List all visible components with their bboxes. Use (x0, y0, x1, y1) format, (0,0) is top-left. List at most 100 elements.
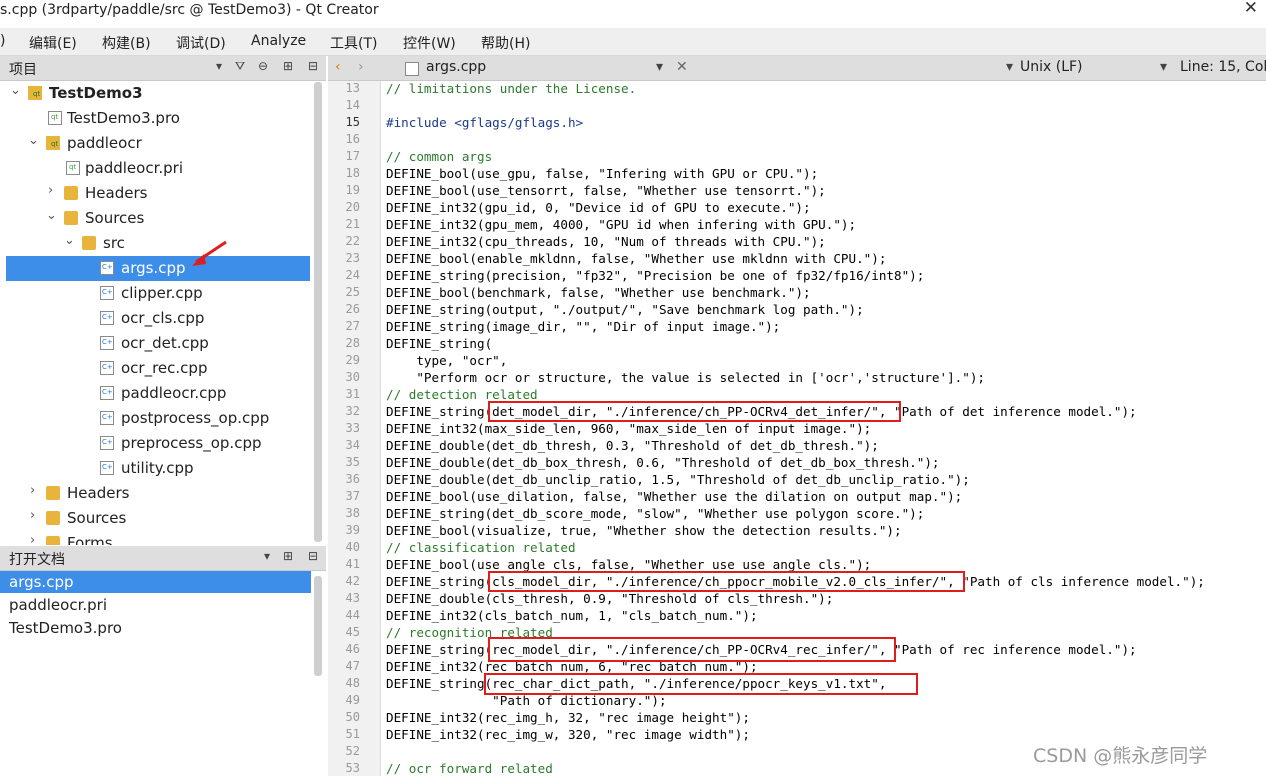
open-doc-label: TestDemo3.pro (9, 619, 122, 637)
tree-item-headers[interactable]: › Headers (0, 181, 311, 206)
chevron-down-icon[interactable]: ⌄ (46, 208, 57, 223)
left-sidebar: 项目 ▾ ⛛ ⊖ ⊞ ⊟ ⌄ TestDemo3 TestDemo3.pro ⌄… (0, 56, 326, 776)
menu-item-debug[interactable]: 调试(D) (176, 33, 226, 53)
code-line: DEFINE_int32(rec_img_w, 320, "rec image … (386, 727, 750, 742)
close-panel-icon[interactable]: ⊟ (308, 59, 318, 73)
highlight-det-model-dir (488, 401, 901, 422)
line-number: 45 (345, 625, 360, 639)
tree-item-label: ocr_rec.cpp (121, 359, 208, 377)
cpp-file-icon (100, 361, 114, 375)
tree-item-paddleocr-cpp[interactable]: paddleocr.cpp (0, 381, 311, 406)
window-title: s.cpp (3rdparty/paddle/src @ TestDemo3) … (0, 2, 379, 18)
line-ending[interactable]: Unix (LF) (1020, 59, 1083, 75)
open-docs-title: 打开文档 (9, 552, 65, 568)
menu-item-widgets[interactable]: 控件(W) (403, 33, 456, 53)
pri-file-icon (66, 161, 80, 175)
tree-item-testdemo3[interactable]: ⌄ TestDemo3 (0, 81, 311, 106)
tree-item-label: utility.cpp (121, 459, 194, 477)
tree-item-paddleocr[interactable]: ⌄ paddleocr (0, 131, 311, 156)
line-number: 29 (345, 353, 360, 367)
tree-item-paddleocr-pri[interactable]: paddleocr.pri (0, 156, 311, 181)
tree-item-preprocess-op-cpp[interactable]: preprocess_op.cpp (0, 431, 311, 456)
tree-item-postprocess-op-cpp[interactable]: postprocess_op.cpp (0, 406, 311, 431)
tree-item-label: preprocess_op.cpp (121, 434, 262, 452)
qt-folder-icon (28, 86, 42, 100)
chevron-down-icon[interactable]: ⌄ (64, 233, 75, 248)
chevron-right-icon[interactable]: › (30, 483, 35, 498)
menu-item-build[interactable]: 构建(B) (102, 33, 151, 53)
menu-item-analyze[interactable]: Analyze (251, 33, 306, 49)
close-icon[interactable]: ✕ (1244, 0, 1258, 18)
menu-item-tools[interactable]: 工具(T) (330, 33, 377, 53)
highlight-rec-model-dir (488, 637, 896, 662)
forward-icon[interactable]: › (358, 59, 364, 75)
menu-item-edit[interactable]: 编辑(E) (29, 33, 77, 53)
chevron-right-icon[interactable]: › (48, 183, 53, 198)
code-line: DEFINE_string(image_dir, "", "Dir of inp… (386, 319, 781, 334)
cpp-file-icon (100, 461, 114, 475)
project-panel-header: 项目 ▾ ⛛ ⊖ ⊞ ⊟ (0, 56, 326, 81)
menu-item-help[interactable]: 帮助(H) (481, 33, 530, 53)
chevron-right-icon[interactable]: › (30, 508, 35, 523)
cursor-position: Line: 15, Col (1180, 59, 1266, 75)
open-docs-scrollbar[interactable] (314, 576, 322, 676)
tree-item-sources[interactable]: ⌄ Sources (0, 206, 311, 231)
tree-item-forms[interactable]: › Forms (0, 531, 311, 545)
chevron-right-icon[interactable]: › (30, 533, 35, 545)
line-number: 44 (345, 608, 360, 622)
file-dropdown-icon[interactable]: ▾ (656, 59, 663, 75)
filter-icon[interactable]: ⛛ (235, 59, 245, 74)
symbol-dropdown-icon[interactable]: ▾ (1006, 59, 1013, 75)
tree-item-testdemo3-pro[interactable]: TestDemo3.pro (0, 106, 311, 131)
line-number: 41 (345, 557, 360, 571)
cpp-file-icon (100, 436, 114, 450)
line-number: 52 (345, 744, 360, 758)
close-file-icon[interactable]: ✕ (676, 59, 688, 75)
menu-item-file[interactable]: ) (0, 33, 5, 49)
line-ending-dropdown-icon[interactable]: ▾ (1160, 59, 1167, 75)
code-line: DEFINE_double(det_db_unclip_ratio, 1.5, … (386, 472, 970, 487)
tree-item-clipper-cpp[interactable]: clipper.cpp (0, 281, 311, 306)
back-icon[interactable]: ‹ (335, 59, 341, 75)
tree-item-src[interactable]: ⌄ src (0, 231, 311, 256)
line-number: 34 (345, 438, 360, 452)
line-number: 53 (345, 761, 360, 775)
line-number: 40 (345, 540, 360, 554)
dropdown-icon[interactable]: ▾ (264, 549, 270, 563)
code-line: DEFINE_bool(visualize, true, "Whether sh… (386, 523, 902, 538)
tree-item-headers-2[interactable]: › Headers (0, 481, 311, 506)
editor-toolbar: ‹ › args.cpp ▾ ✕ ▾ Unix (LF) ▾ Line: 15,… (328, 56, 1266, 81)
split-icon[interactable]: ⊞ (283, 549, 293, 563)
highlight-rec-char-dict-path (484, 673, 918, 695)
open-doc-testdemo3-pro[interactable]: TestDemo3.pro (0, 617, 311, 639)
line-number: 28 (345, 336, 360, 350)
line-number: 46 (345, 642, 360, 656)
close-panel-icon[interactable]: ⊟ (308, 549, 318, 563)
project-scrollbar[interactable] (314, 82, 322, 542)
tree-item-ocr-rec-cpp[interactable]: ocr_rec.cpp (0, 356, 311, 381)
dropdown-icon[interactable]: ▾ (216, 59, 222, 73)
split-icon[interactable]: ⊞ (283, 59, 293, 73)
chevron-down-icon[interactable]: ⌄ (10, 83, 21, 98)
open-doc-paddleocr-pri[interactable]: paddleocr.pri (0, 594, 311, 616)
cpp-file-icon (100, 411, 114, 425)
folder-icon (82, 236, 96, 250)
editor-file-name[interactable]: args.cpp (426, 59, 486, 75)
code-line: // common args (386, 149, 493, 164)
open-doc-args-cpp[interactable]: args.cpp (0, 571, 311, 593)
code-line: DEFINE_int32(gpu_mem, 4000, "GPU id when… (386, 217, 857, 232)
line-number: 39 (345, 523, 360, 537)
tree-item-utility-cpp[interactable]: utility.cpp (0, 456, 311, 481)
tree-item-ocr-det-cpp[interactable]: ocr_det.cpp (0, 331, 311, 356)
open-docs-header: 打开文档 ▾ ⊞ ⊟ (0, 546, 326, 571)
chevron-down-icon[interactable]: ⌄ (28, 133, 39, 148)
link-icon[interactable]: ⊖ (258, 59, 268, 73)
tree-item-ocr-cls-cpp[interactable]: ocr_cls.cpp (0, 306, 311, 331)
tree-item-sources-2[interactable]: › Sources (0, 506, 311, 531)
open-doc-label: args.cpp (9, 573, 74, 591)
code-line: DEFINE_string(precision, "fp32", "Precis… (386, 268, 925, 283)
line-number: 43 (345, 591, 360, 605)
tree-item-args-cpp[interactable]: args.cpp (6, 256, 310, 281)
tree-item-label: ocr_det.cpp (121, 334, 209, 352)
tree-item-label: clipper.cpp (121, 284, 203, 302)
